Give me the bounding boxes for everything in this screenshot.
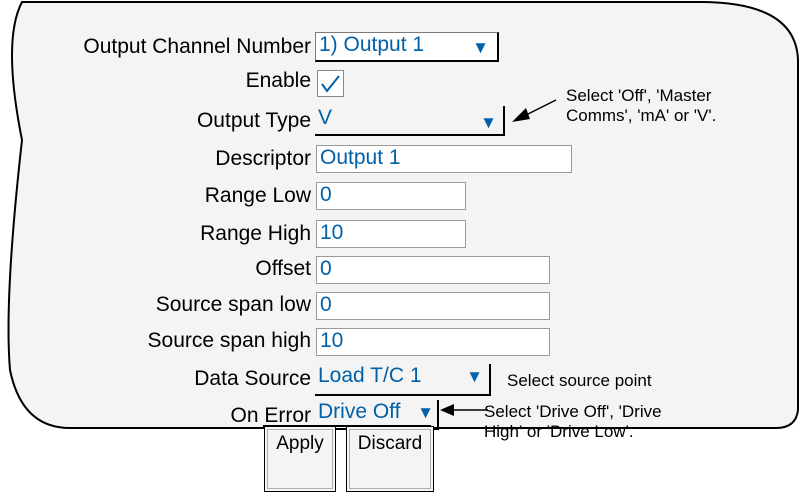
dropdown-arrow-icon[interactable]: ▼ [480,112,497,134]
dropdown-arrow-icon[interactable]: ▼ [472,37,489,59]
source-span-high-field[interactable]: 10 [316,328,550,356]
label-offset: Offset [255,257,311,280]
label-range-high: Range High [200,222,311,245]
enable-checkbox[interactable] [317,70,344,97]
on-error-note-line2: High' or 'Drive Low'. [484,422,634,441]
label-output-channel-number: Output Channel Number [83,35,311,58]
output-type-value: V [318,106,333,129]
range-high-field[interactable]: 10 [316,220,466,248]
output-channel-value: 1) Output 1 [319,33,425,56]
output-type-note-line1: Select 'Off', 'Master [566,86,712,105]
discard-label: Discard [357,433,423,454]
range-low-value: 0 [320,183,332,206]
label-enable: Enable [245,69,311,92]
label-source-span-high: Source span high [147,329,311,352]
label-source-span-low: Source span low [155,293,311,316]
label-range-low: Range Low [204,184,311,207]
on-error-value: Drive Off [318,400,401,423]
source-span-low-value: 0 [320,293,332,316]
data-source-select[interactable]: Load T/C 1 ▼ [315,364,491,396]
label-output-type: Output Type [196,109,311,132]
on-error-note-line1: Select 'Drive Off', 'Drive [484,402,662,421]
output-channel-select[interactable]: 1) Output 1 ▼ [315,32,499,62]
source-span-high-value: 10 [320,329,344,352]
descriptor-field[interactable]: Output 1 [316,145,572,173]
label-on-error: On Error [230,404,311,427]
dropdown-arrow-icon[interactable]: ▼ [417,402,434,424]
offset-field[interactable]: 0 [316,256,550,284]
discard-button[interactable]: Discard [346,426,434,492]
output-type-note-line2: Comms', 'mA' or 'V'. [566,106,717,125]
checkmark-icon [321,75,340,93]
output-type-select[interactable]: V ▼ [315,106,505,136]
source-span-low-field[interactable]: 0 [316,292,550,320]
data-source-note: Select source point [507,371,652,390]
descriptor-value: Output 1 [320,146,401,169]
range-high-value: 10 [320,221,344,244]
apply-label: Apply [276,433,324,454]
dropdown-arrow-icon[interactable]: ▼ [466,366,483,388]
range-low-field[interactable]: 0 [316,182,466,210]
data-source-value: Load T/C 1 [318,364,422,387]
offset-value: 0 [320,257,332,280]
output-type-note: Select 'Off', 'Master Comms', 'mA' or 'V… [566,86,716,126]
on-error-note: Select 'Drive Off', 'Drive High' or 'Dri… [484,402,662,442]
label-data-source: Data Source [194,367,311,390]
label-descriptor: Descriptor [215,147,311,170]
apply-button[interactable]: Apply [264,426,336,492]
